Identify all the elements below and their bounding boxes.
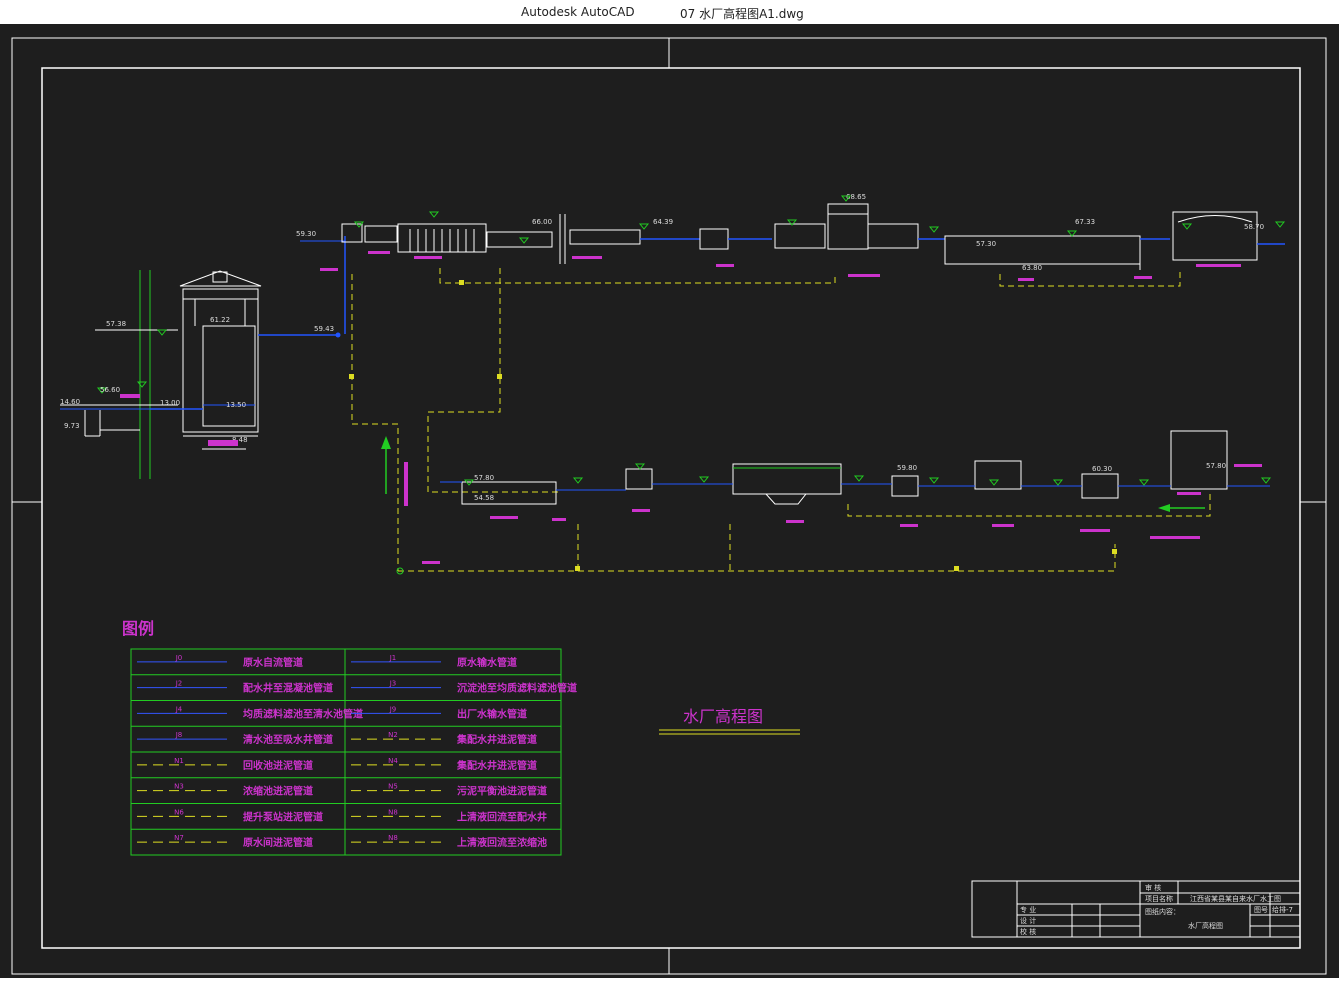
legend-code: N7 (174, 834, 184, 842)
file-name: 07 水厂高程图A1.dwg (680, 7, 804, 21)
legend-label: 均质滤料滤池至清水池管道 (243, 707, 363, 720)
legend-code: N4 (388, 757, 398, 765)
drawing-label: 57.80 (1206, 462, 1226, 470)
legend-code: N6 (174, 808, 184, 816)
drawing-title: 水厂高程图 (659, 707, 800, 735)
drawing-label: 13.50 (226, 401, 246, 409)
drawing-label: 59.43 (314, 325, 334, 333)
legend-heading: 图例 (122, 619, 154, 638)
drawing-label: 校 核 (1020, 927, 1036, 936)
legend-label: 提升泵站进泥管道 (243, 810, 323, 823)
legend-code: N1 (174, 757, 184, 765)
legend-code: J8 (175, 731, 183, 739)
drawing-label: 江西省某县某自来水厂水工图 (1190, 894, 1281, 903)
drawing-label: 56.60 (100, 386, 120, 394)
drawing-label: 64.39 (653, 218, 673, 226)
drawing-label: 57.30 (976, 240, 996, 248)
legend-rows: J0 原水自流管道 J1 原水输水管道 J2 配水井至混凝池管道 J3 沉淀池至均质滤料滤池管… (131, 654, 577, 849)
legend-code: J4 (175, 705, 183, 713)
drawing-label: 设 计 (1020, 916, 1036, 925)
legend-label: 原水输水管道 (457, 656, 517, 669)
lower-process-line: 54.58 57.80 59.80 60.30 57.80 (381, 430, 1272, 575)
legend-label: 沉淀池至均质滤料滤池管道 (457, 682, 577, 695)
title-block: 审 核 项目名称 江西省某县某自来水厂水工图 图纸内容： 水厂高程图 图号 给排… (971, 880, 1301, 938)
legend-code: N3 (174, 783, 184, 791)
legend-code: N5 (388, 783, 398, 791)
legend-label: 原水间进泥管道 (243, 836, 313, 849)
river-intake: 57.38 56.60 14.60 9.73 61.22 13.00 13.50… (60, 270, 341, 479)
legend-label: 出厂水输水管道 (457, 707, 527, 720)
legend-label: 浓缩池进泥管道 (243, 785, 313, 798)
drawing-label: 59.80 (897, 464, 917, 472)
upper-process-line: 58.70 57.30 59.30 68.65 66.00 64.39 67.3… (296, 193, 1286, 334)
drawing-label: 14.60 (60, 398, 80, 406)
drawing-label: 63.80 (1022, 264, 1042, 272)
legend-code: J2 (175, 680, 183, 688)
legend-label: 回收池进泥管道 (243, 759, 313, 772)
drawing-label: 水厂高程图 (683, 707, 763, 726)
sludge-pipes (351, 268, 1211, 572)
legend-label: 上清液回流至配水井 (457, 810, 547, 823)
drawing-label: 专 业 (1020, 905, 1036, 914)
legend-label: 原水自流管道 (243, 656, 303, 669)
drawing-label: 67.33 (1075, 218, 1095, 226)
legend-label: 上清液回流至浓缩池 (457, 836, 547, 849)
drawing-label: 审 核 (1145, 883, 1161, 892)
drawing-label: 图纸内容： (1145, 907, 1180, 916)
drawing-label: 60.30 (1092, 465, 1112, 473)
legend-label: 污泥平衡池进泥管道 (457, 785, 547, 798)
legend-code: J0 (175, 654, 183, 662)
legend-code: J3 (389, 680, 397, 688)
drawing-label: 13.00 (160, 399, 180, 407)
drawing-label: 9.73 (64, 422, 80, 430)
legend: 图例 J0 原水自流管道 J1 原水输水管道 J2 配水井至混凝池管道 J3 沉淀池至均质滤料… (122, 619, 577, 856)
drawing-label: 项目名称 (1145, 894, 1173, 903)
legend-label: 配水井至混凝池管道 (243, 682, 333, 695)
legend-code: N8 (388, 834, 398, 842)
drawing-label: 57.38 (106, 320, 126, 328)
cad-drawing: 57.38 56.60 14.60 9.73 61.22 13.00 13.50… (11, 37, 1327, 975)
drawing-label: 58.70 (1244, 223, 1264, 231)
app-name: Autodesk AutoCAD (521, 5, 635, 19)
drawing-frame (11, 37, 1327, 975)
legend-code: N2 (388, 731, 398, 739)
window-titlebar: Autodesk AutoCAD 07 水厂高程图A1.dwg (0, 0, 1339, 24)
drawing-label: 54.58 (474, 494, 494, 502)
drawing-label: 66.00 (532, 218, 552, 226)
legend-code: J1 (389, 654, 397, 662)
drawing-label: 给排-7 (1272, 905, 1293, 914)
drawing-label: 61.22 (210, 316, 230, 324)
legend-label: 集配水井进泥管道 (456, 759, 537, 772)
legend-code: N8 (388, 808, 398, 816)
drawing-label: 57.80 (474, 474, 494, 482)
legend-code: J9 (389, 705, 397, 713)
drawing-label: 59.30 (296, 230, 316, 238)
drawing-canvas[interactable]: 57.38 56.60 14.60 9.73 61.22 13.00 13.50… (0, 24, 1339, 978)
drawing-label: 水厂高程图 (1188, 921, 1223, 930)
legend-label: 清水池至吸水井管道 (243, 733, 333, 746)
legend-label: 集配水井进泥管道 (456, 733, 537, 746)
sludge-markers (349, 280, 1117, 571)
drawing-label: 图号 (1254, 906, 1268, 914)
